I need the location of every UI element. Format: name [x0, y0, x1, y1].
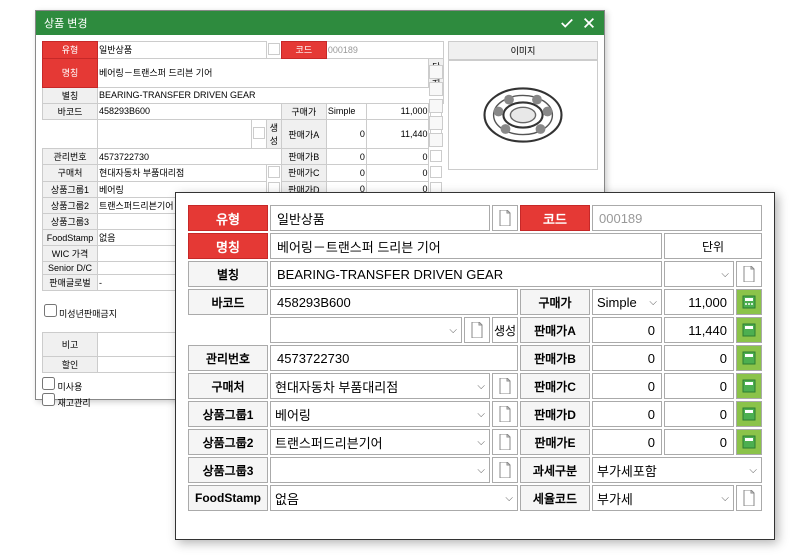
doc-icon[interactable] — [736, 261, 762, 287]
purchase-label: 구매가 — [520, 289, 590, 315]
calc-icon[interactable] — [736, 401, 762, 427]
taxcode-label: 세율코드 — [520, 485, 590, 511]
window-title: 상품 변경 — [44, 15, 88, 31]
type-label: 유형 — [188, 205, 268, 231]
priceD-label: 판매가D — [520, 401, 590, 427]
back-alias-value[interactable]: BEARING-TRANSFER DRIVEN GEAR — [98, 87, 444, 103]
foodstamp-select[interactable]: 없음 — [270, 485, 518, 511]
back-barcode-label: 바코드 — [43, 103, 98, 120]
doc-icon[interactable] — [464, 317, 490, 343]
taxcode-select[interactable]: 부가세 — [592, 485, 734, 511]
barcode-input[interactable]: 458293B600 — [270, 289, 518, 315]
name-input[interactable]: 베어링－트랜스퍼 드리븐 기어 — [270, 233, 662, 259]
grp2-label: 상품그룹2 — [188, 429, 268, 455]
back-code-label: 코드 — [281, 42, 326, 59]
type-input[interactable]: 일반상품 — [270, 205, 490, 231]
doc-icon[interactable] — [492, 429, 518, 455]
image-tool-icon[interactable] — [429, 65, 443, 79]
tax-select[interactable]: 부가세포함 — [592, 457, 762, 483]
calc-icon[interactable] — [736, 345, 762, 371]
unused-checkbox[interactable] — [42, 377, 55, 390]
doc-icon[interactable] — [268, 166, 280, 178]
calc-icon[interactable] — [736, 373, 762, 399]
image-tool-icon[interactable] — [429, 133, 443, 147]
doc-icon[interactable] — [492, 401, 518, 427]
back-type-value[interactable]: 일반상품 — [98, 42, 267, 59]
back-alias-label: 별칭 — [43, 87, 98, 103]
priceA-input-2[interactable]: 11,440 — [664, 317, 734, 343]
window-titlebar: 상품 변경 — [36, 11, 604, 35]
calc-icon[interactable] — [736, 317, 762, 343]
code-value: 000189 — [592, 205, 762, 231]
foodstamp-label: FoodStamp — [188, 485, 268, 511]
doc-icon[interactable] — [492, 205, 518, 231]
grp2-select[interactable]: 트랜스퍼드리븐기어 — [270, 429, 490, 455]
doc-icon[interactable] — [492, 457, 518, 483]
priceB-label: 판매가B — [520, 345, 590, 371]
calc-icon[interactable] — [736, 289, 762, 315]
calc-icon[interactable] — [430, 150, 442, 162]
image-tool-icon[interactable] — [429, 99, 443, 113]
minor-checkbox[interactable] — [44, 304, 57, 317]
vendor-label: 구매처 — [188, 373, 268, 399]
doc-icon[interactable] — [268, 43, 280, 55]
doc-icon[interactable] — [253, 127, 265, 139]
tax-label: 과세구분 — [520, 457, 590, 483]
back-name-value[interactable]: 베어링－트랜스퍼 드리븐 기어 — [98, 58, 429, 87]
close-icon[interactable] — [582, 16, 596, 30]
back-priceA-label: 판매가A — [281, 120, 326, 149]
priceE-label: 판매가E — [520, 429, 590, 455]
mgmt-input[interactable]: 4573722730 — [270, 345, 518, 371]
priceA-input-1[interactable]: 0 — [592, 317, 662, 343]
front-panel: 유형 일반상품 코드 000189 명칭 베어링－트랜스퍼 드리븐 기어 단위 … — [175, 192, 775, 540]
unit-button[interactable]: 단위 — [664, 233, 762, 259]
grp3-label: 상품그룹3 — [188, 457, 268, 483]
grp1-label: 상품그룹1 — [188, 401, 268, 427]
image-tool-icon[interactable] — [429, 82, 443, 96]
back-name-label: 명칭 — [43, 58, 98, 87]
code-label: 코드 — [520, 205, 590, 231]
back-purchase-value[interactable]: 11,000 — [366, 103, 429, 120]
inventory-checkbox[interactable] — [42, 393, 55, 406]
back-purchase-mode[interactable]: Simple — [326, 103, 366, 120]
confirm-icon[interactable] — [560, 16, 574, 30]
image-tool-icon[interactable] — [429, 116, 443, 130]
generate-button[interactable]: 생성 — [492, 317, 518, 343]
priceA-label: 판매가A — [520, 317, 590, 343]
back-type-label: 유형 — [43, 42, 98, 59]
purchase-value[interactable]: 11,000 — [664, 289, 734, 315]
mgmt-label: 관리번호 — [188, 345, 268, 371]
doc-icon[interactable] — [736, 485, 762, 511]
back-barcode-value[interactable]: 458293B600 — [98, 103, 282, 120]
priceB-input-2[interactable]: 0 — [664, 345, 734, 371]
alias-label: 별칭 — [188, 261, 268, 287]
barcode-extra-select[interactable] — [270, 317, 462, 343]
alias-input[interactable]: BEARING-TRANSFER DRIVEN GEAR — [270, 261, 662, 287]
vendor-select[interactable]: 현대자동차 부품대리점 — [270, 373, 490, 399]
back-gen-button[interactable]: 생성 — [266, 120, 281, 149]
purchase-mode-select[interactable]: Simple — [592, 289, 662, 315]
grp1-select[interactable]: 베어링 — [270, 401, 490, 427]
alias-select[interactable] — [664, 261, 734, 287]
barcode-label: 바코드 — [188, 289, 268, 315]
priceB-input-1[interactable]: 0 — [592, 345, 662, 371]
back-code-value: 000189 — [326, 42, 443, 59]
back-purchase-label: 구매가 — [281, 103, 326, 120]
image-panel-header: 이미지 — [448, 41, 598, 60]
product-image — [473, 80, 573, 150]
grp3-select[interactable] — [270, 457, 490, 483]
calc-icon[interactable] — [430, 166, 442, 178]
doc-icon[interactable] — [492, 373, 518, 399]
priceC-label: 판매가C — [520, 373, 590, 399]
calc-icon[interactable] — [736, 429, 762, 455]
name-label: 명칭 — [188, 233, 268, 259]
